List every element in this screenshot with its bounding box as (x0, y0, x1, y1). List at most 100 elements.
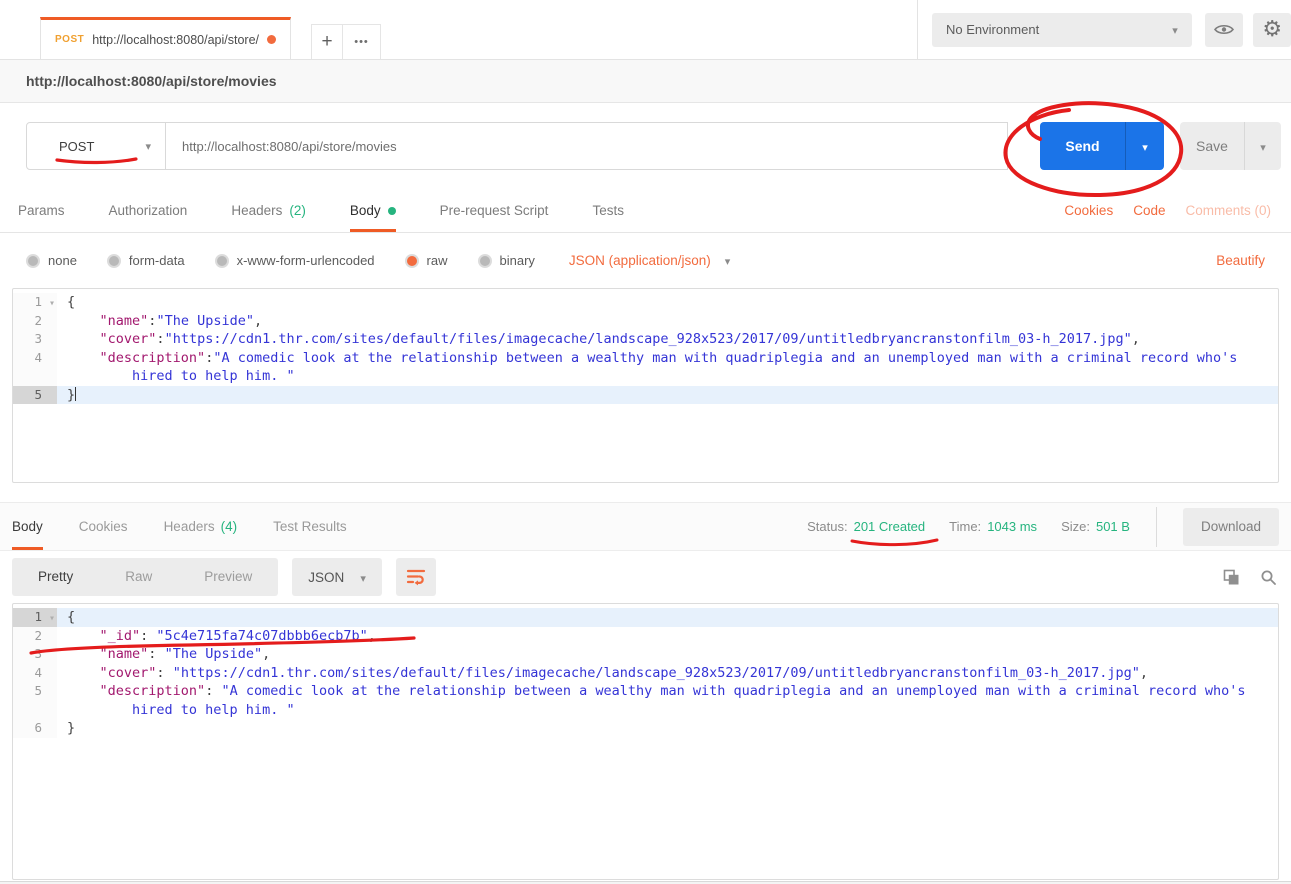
line-number: 1 (13, 608, 57, 627)
body-type-row: none form-data x-www-form-urlencoded raw… (0, 233, 1291, 288)
request-body-editor[interactable]: 1{2 "name":"The Upside",3 "cover":"https… (12, 288, 1279, 483)
tab-tests[interactable]: Tests (592, 189, 624, 232)
tab-response-body[interactable]: Body (12, 503, 43, 550)
chevron-down-icon (360, 570, 366, 585)
environment-area: No Environment (917, 0, 1291, 59)
body-type-raw-label: raw (427, 253, 448, 268)
tab-authorization[interactable]: Authorization (109, 189, 188, 232)
request-title: http://localhost:8080/api/store/movies (26, 73, 277, 89)
cookies-link[interactable]: Cookies (1064, 203, 1113, 218)
tab-body[interactable]: Body (350, 189, 396, 232)
tab-pre-request-script[interactable]: Pre-request Script (440, 189, 549, 232)
code-line-content: { (57, 608, 1278, 627)
response-format-select[interactable]: JSON (292, 558, 382, 596)
code-line[interactable]: 3 "cover":"https://cdn1.thr.com/sites/de… (13, 330, 1278, 349)
radio-icon (478, 254, 492, 268)
tab-url-label: http://localhost:8080/api/store/ (92, 33, 259, 47)
tab-headers-label: Headers (231, 203, 282, 218)
size-value: 501 B (1096, 519, 1130, 534)
view-pretty-button[interactable]: Pretty (12, 558, 99, 596)
body-type-urlencoded-label: x-www-form-urlencoded (237, 253, 375, 268)
tab-method-label: POST (55, 34, 84, 45)
radio-selected-icon (405, 254, 419, 268)
more-tabs-button[interactable]: ••• (342, 25, 380, 59)
time-value: 1043 ms (987, 519, 1037, 534)
tab-response-cookies[interactable]: Cookies (79, 503, 128, 550)
request-builder: POST http://localhost:8080/api/store/mov… (0, 103, 1291, 189)
response-headers-count-badge: (4) (221, 519, 238, 534)
download-button[interactable]: Download (1183, 508, 1279, 546)
code-line[interactable]: 6} (13, 719, 1278, 738)
settings-button[interactable] (1253, 13, 1291, 47)
view-raw-button[interactable]: Raw (99, 558, 178, 596)
status-label: Status: (807, 519, 847, 534)
code-line[interactable]: 3 "name": "The Upside", (13, 645, 1278, 664)
tab-response-headers[interactable]: Headers (4) (164, 503, 238, 550)
code-line[interactable]: 4 "description":"A comedic look at the r… (13, 349, 1278, 368)
response-meta: Status: 201 Created Time: 1043 ms Size: … (807, 503, 1279, 550)
chevron-down-icon (1260, 139, 1266, 154)
radio-icon (26, 254, 40, 268)
response-view-toggle: Pretty Raw Preview (12, 558, 278, 596)
request-tab[interactable]: POST http://localhost:8080/api/store/ (40, 17, 291, 59)
code-line[interactable]: hired to help him. " (13, 701, 1278, 720)
content-type-select[interactable]: JSON (application/json) (569, 253, 730, 268)
chevron-down-icon (1172, 21, 1178, 39)
send-options-button[interactable] (1125, 122, 1164, 170)
status-value: 201 Created (854, 519, 926, 534)
radio-icon (107, 254, 121, 268)
headers-count-badge: (2) (289, 203, 306, 218)
body-type-form-data[interactable]: form-data (107, 253, 185, 268)
tab-test-results[interactable]: Test Results (273, 503, 347, 550)
body-type-binary[interactable]: binary (478, 253, 535, 268)
line-number: 2 (13, 312, 57, 331)
copy-button[interactable] (1223, 569, 1240, 586)
beautify-link[interactable]: Beautify (1216, 253, 1265, 268)
request-links: Cookies Code Comments (0) (1064, 189, 1271, 232)
wrap-lines-button[interactable] (396, 558, 436, 596)
fold-caret-icon[interactable] (49, 293, 55, 314)
send-button[interactable]: Send (1040, 122, 1125, 170)
line-number (13, 701, 57, 720)
environment-quick-look-button[interactable] (1205, 13, 1244, 47)
tab-params[interactable]: Params (18, 189, 65, 232)
line-number: 4 (13, 664, 57, 683)
code-line[interactable]: hired to help him. " (13, 367, 1278, 386)
fold-caret-icon[interactable] (49, 608, 55, 629)
code-line[interactable]: 5 "description": "A comedic look at the … (13, 682, 1278, 701)
search-button[interactable] (1260, 569, 1277, 586)
code-line-content: "name": "The Upside", (57, 645, 1278, 664)
code-line[interactable]: 2 "name":"The Upside", (13, 312, 1278, 331)
body-type-none[interactable]: none (26, 253, 77, 268)
response-body-editor[interactable]: 1{2 "_id": "5c4e715fa74c07dbbb6ecb7b",3 … (12, 603, 1279, 880)
code-line-content: } (57, 719, 1278, 738)
section-divider (0, 483, 1291, 503)
method-select[interactable]: POST (26, 122, 166, 170)
wrap-text-icon (406, 568, 426, 586)
code-line[interactable]: 1{ (13, 293, 1278, 312)
body-type-raw[interactable]: raw (405, 253, 448, 268)
url-input[interactable]: http://localhost:8080/api/store/movies (166, 122, 1008, 170)
tab-headers[interactable]: Headers (2) (231, 189, 306, 232)
code-line[interactable]: 1{ (13, 608, 1278, 627)
view-preview-button[interactable]: Preview (178, 558, 278, 596)
code-line-content: "description":"A comedic look at the rel… (57, 349, 1278, 368)
response-tools (1223, 569, 1277, 586)
code-line[interactable]: 2 "_id": "5c4e715fa74c07dbbb6ecb7b", (13, 627, 1278, 646)
code-line-content: "cover": "https://cdn1.thr.com/sites/def… (57, 664, 1278, 683)
comments-link[interactable]: Comments (0) (1185, 203, 1271, 218)
code-link[interactable]: Code (1133, 203, 1165, 218)
code-line[interactable]: 5} (13, 386, 1278, 405)
line-number: 3 (13, 645, 57, 664)
line-number: 1 (13, 293, 57, 312)
eye-icon (1214, 23, 1234, 36)
environment-select[interactable]: No Environment (932, 13, 1192, 47)
new-tab-button[interactable]: + (312, 25, 342, 59)
save-button[interactable]: Save (1180, 122, 1244, 170)
body-type-binary-label: binary (500, 253, 535, 268)
unsaved-changes-dot-icon (267, 35, 276, 44)
save-options-button[interactable] (1244, 122, 1281, 170)
code-line-content: "name":"The Upside", (57, 312, 1278, 331)
code-line[interactable]: 4 "cover": "https://cdn1.thr.com/sites/d… (13, 664, 1278, 683)
body-type-urlencoded[interactable]: x-www-form-urlencoded (215, 253, 375, 268)
